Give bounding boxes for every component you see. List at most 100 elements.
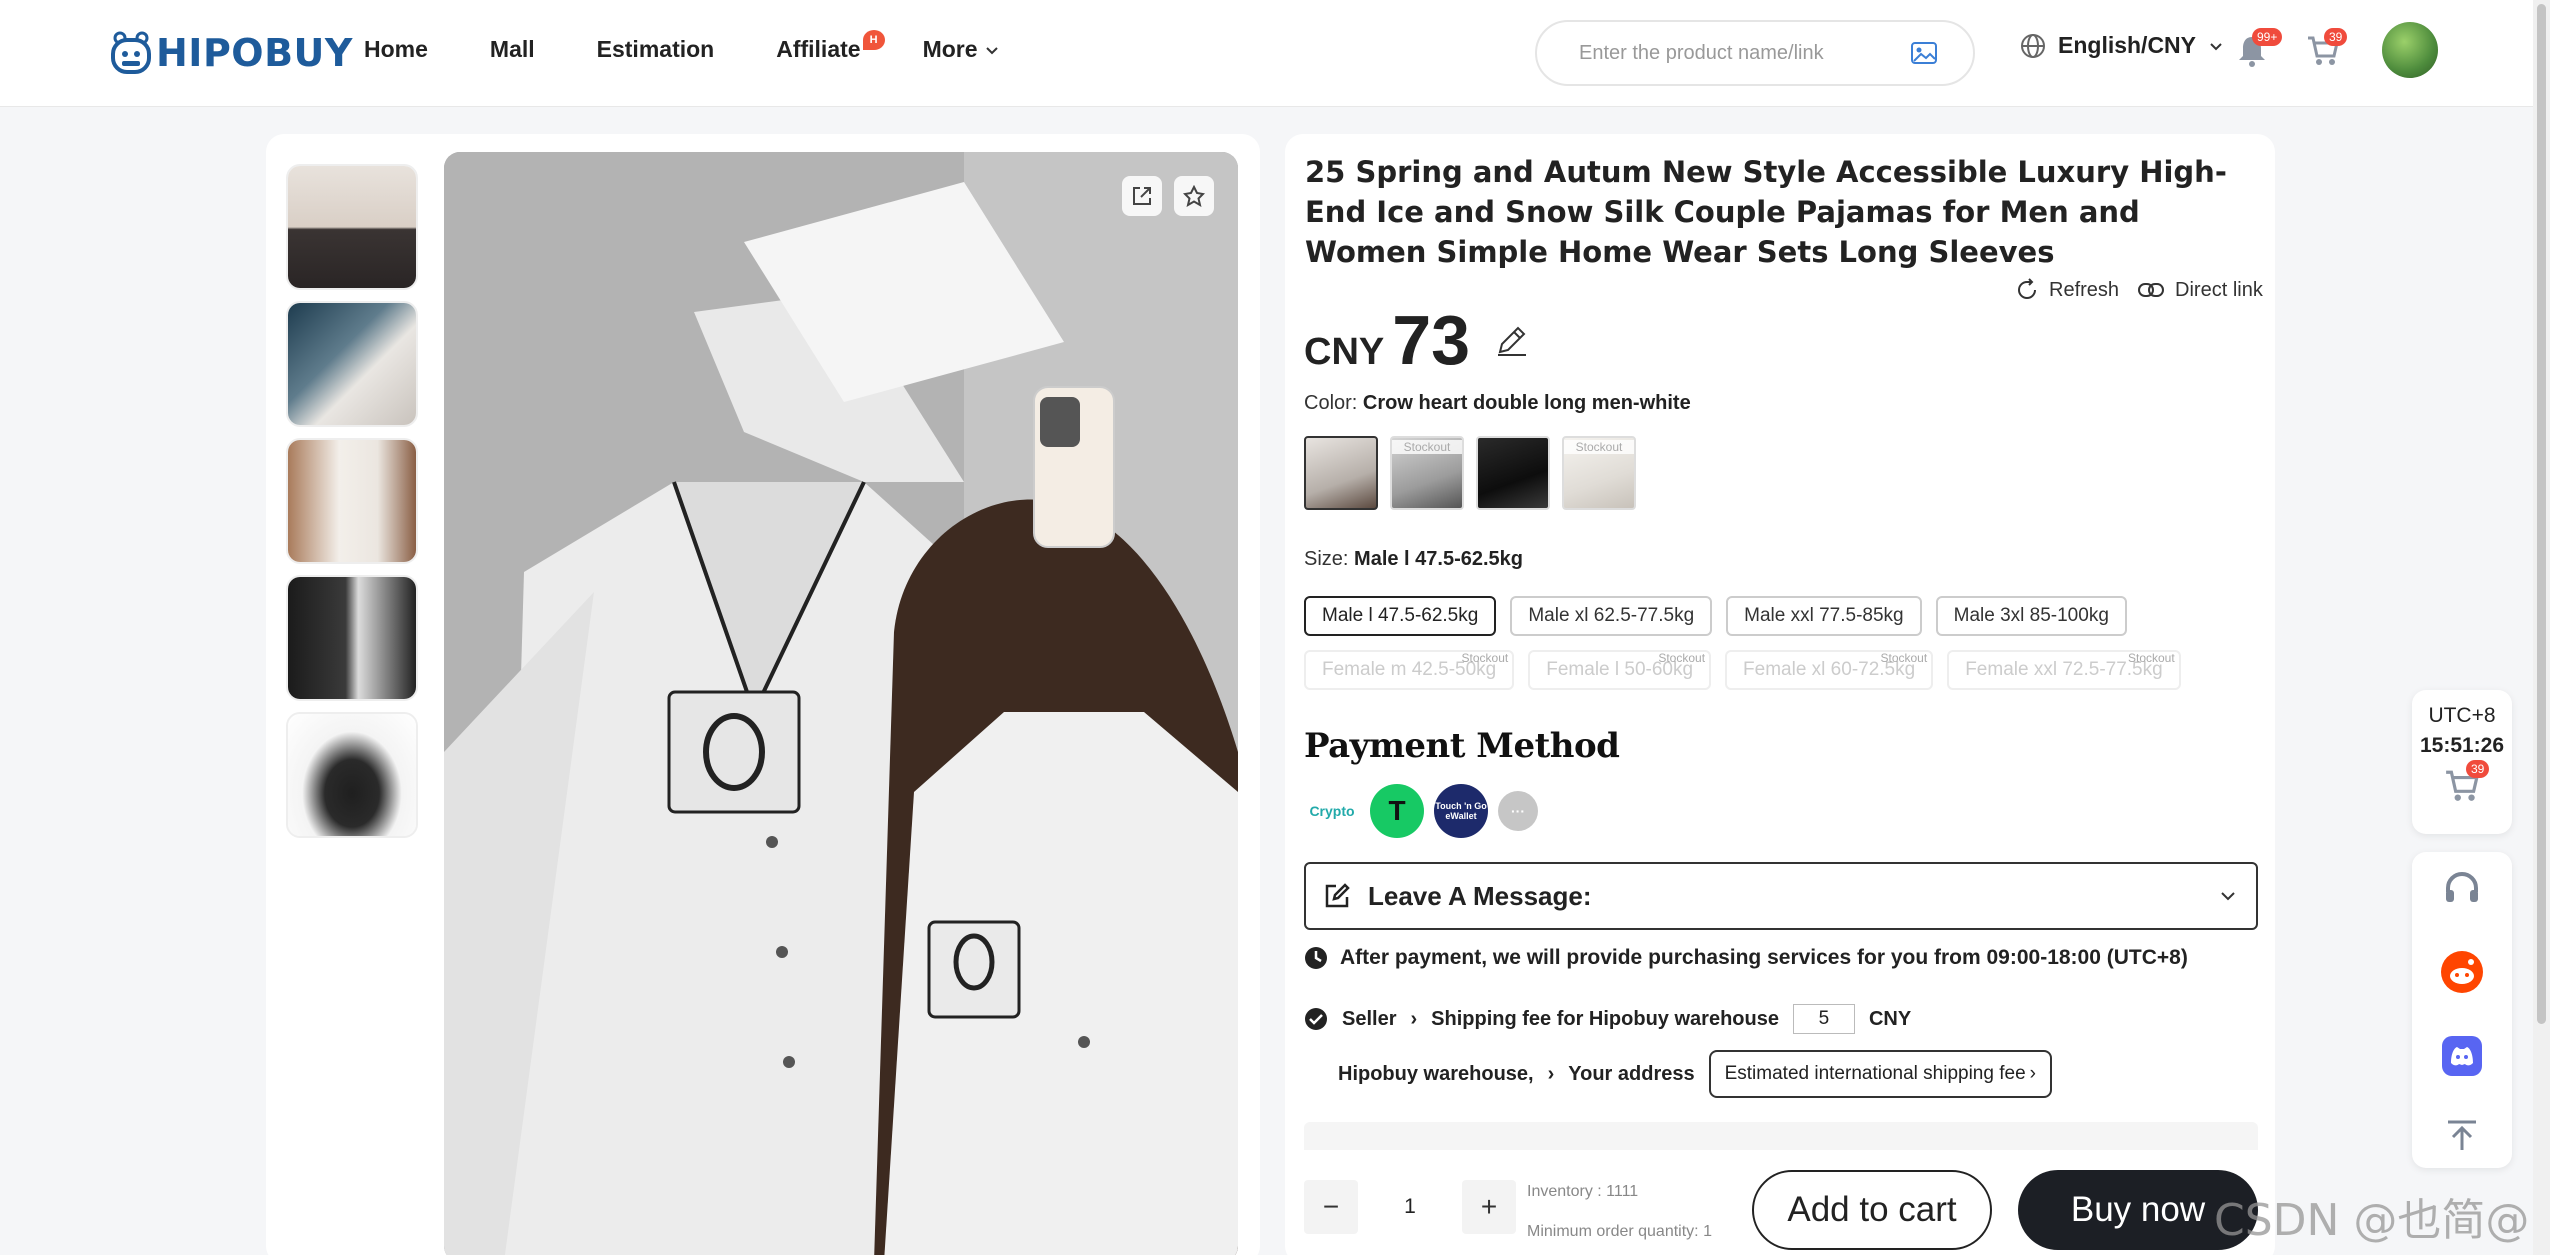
size-option-label: Male xxl 77.5-85kg	[1744, 605, 1904, 626]
nav-mall[interactable]: Mall	[490, 36, 535, 63]
color-option-label: Color: Crow heart double long men-white	[1304, 392, 1691, 415]
check-circle-icon	[1305, 1008, 1327, 1030]
cart-badge: 39	[2324, 28, 2348, 46]
price-display: CNY 73	[1304, 300, 1470, 380]
reddit-icon[interactable]	[2440, 950, 2484, 994]
stockout-tag: Stockout	[2128, 651, 2175, 665]
estimate-shipping-label: Estimated international shipping fee	[1724, 1063, 2026, 1084]
t-pay-icon[interactable]: T	[1370, 784, 1424, 838]
shipping-flow-step2: Hipobuy warehouse, › Your address Estima…	[1338, 1050, 2052, 1098]
your-address-label[interactable]: Your address	[1568, 1063, 1694, 1086]
search-input[interactable]	[1579, 41, 1899, 65]
shipping-fee-input[interactable]: 5	[1792, 1004, 1855, 1034]
touch-n-go-icon[interactable]: Touch 'n Go eWallet	[1434, 784, 1488, 838]
cart-button[interactable]: 39	[2306, 28, 2348, 73]
nav-more-label: More	[922, 36, 978, 62]
thumbnail-5[interactable]	[286, 712, 418, 838]
color-swatch-3[interactable]	[1476, 436, 1550, 510]
increase-quantity-button[interactable]: +	[1462, 1180, 1516, 1234]
nav-mall-label: Mall	[489, 36, 535, 62]
quantity-stepper: − 1 +	[1304, 1180, 1516, 1234]
scrollbar-thumb[interactable]	[2537, 4, 2546, 1024]
discord-icon[interactable]	[2440, 1034, 2484, 1078]
brand-logo[interactable]: HIPOBUY	[110, 30, 353, 76]
color-label: Color:	[1304, 392, 1358, 414]
product-main-image[interactable]	[444, 152, 1238, 1255]
size-option[interactable]: Male xxl 77.5-85kg	[1726, 596, 1922, 636]
direct-link[interactable]: Direct link	[2137, 278, 2263, 302]
support-widget	[2412, 852, 2512, 1168]
language-selector[interactable]: English/CNY	[2020, 32, 2224, 59]
size-option-label: Male 3xl 85-100kg	[1953, 605, 2109, 626]
timezone-label: UTC+8	[2428, 704, 2496, 727]
size-options: Male l 47.5-62.5kg Male xl 62.5-77.5kg M…	[1304, 596, 2254, 690]
thumbnail-4[interactable]	[286, 575, 418, 701]
main-nav: Home Mall Estimation Affiliate H More	[364, 30, 1062, 63]
clock-icon	[1305, 947, 1327, 969]
chevron-down-icon	[985, 46, 998, 54]
color-swatch-4[interactable]: Stockout	[1562, 436, 1636, 510]
favorite-button[interactable]	[1174, 176, 1214, 216]
size-option-stockout[interactable]: Female xxl 72.5-77.5kg Stockout	[1947, 650, 2181, 690]
nav-home[interactable]: Home	[364, 36, 428, 63]
floating-cart-button[interactable]: 39	[2442, 760, 2490, 809]
shipping-fee-currency: CNY	[1868, 1007, 1912, 1030]
size-option[interactable]: Male l 47.5-62.5kg	[1304, 596, 1497, 636]
thumbnail-2[interactable]	[286, 301, 418, 427]
shipping-flow-step1: Seller › Shipping fee for Hipobuy wareho…	[1304, 1004, 1911, 1034]
headset-icon[interactable]	[2442, 868, 2482, 908]
time-widget: UTC+8 15:51:26 39	[2412, 690, 2512, 834]
notification-badge: 99+	[2252, 28, 2283, 46]
leave-message-dropdown[interactable]: Leave A Message:	[1304, 862, 2258, 930]
size-option-label: Male l 47.5-62.5kg	[1322, 605, 1479, 626]
nav-estimation[interactable]: Estimation	[597, 36, 715, 63]
notifications-button[interactable]: 99+	[2236, 28, 2283, 73]
color-swatch-2[interactable]: Stockout	[1390, 436, 1464, 510]
user-avatar[interactable]	[2382, 22, 2438, 78]
crypto-pay-icon[interactable]: Crypto	[1304, 784, 1360, 838]
product-title: 25 Spring and Autum New Style Accessible…	[1305, 155, 2227, 269]
refresh-label: Refresh	[2049, 278, 2120, 301]
color-swatch-1[interactable]	[1304, 436, 1378, 510]
nav-more[interactable]: More	[923, 36, 1000, 63]
estimate-shipping-button[interactable]: Estimated international shipping fee ›	[1708, 1050, 2052, 1098]
star-icon	[1183, 185, 1205, 207]
image-search-icon[interactable]	[1911, 42, 1937, 64]
size-option-stockout[interactable]: Female xl 60-72.5kg Stockout	[1725, 650, 1934, 690]
size-option-stockout[interactable]: Female l 50-60kg Stockout	[1528, 650, 1712, 690]
open-external-button[interactable]	[1122, 176, 1162, 216]
edit-price-icon[interactable]	[1494, 322, 1530, 358]
add-to-cart-button[interactable]: Add to cart	[1752, 1170, 1992, 1250]
size-option-stockout[interactable]: Female m 42.5-50kg Stockout	[1304, 650, 1515, 690]
back-to-top-icon[interactable]	[2444, 1118, 2480, 1154]
stockout-tag: Stockout	[1461, 651, 1509, 665]
thumbnail-1[interactable]	[286, 164, 418, 290]
price-value: 73	[1392, 301, 1471, 379]
top-header: HIPOBUY Home Mall Estimation Affiliate H…	[0, 0, 2550, 107]
chevron-right-icon: ›	[2029, 1063, 2036, 1084]
stockout-tag: Stockout	[1564, 440, 1634, 454]
warehouse-label: Hipobuy warehouse,	[1338, 1062, 1534, 1085]
decrease-quantity-button[interactable]: −	[1304, 1180, 1358, 1234]
thumbnail-3[interactable]	[286, 438, 418, 564]
size-option[interactable]: Male 3xl 85-100kg	[1935, 596, 2127, 636]
page-scrollbar[interactable]	[2533, 0, 2550, 1255]
payment-method-title: Payment Method	[1304, 726, 1620, 766]
t-pay-label: T	[1388, 795, 1406, 826]
current-time: 15:51:26	[2419, 734, 2505, 757]
quantity-value[interactable]: 1	[1358, 1195, 1462, 1219]
inventory-count: Inventory : 1111	[1527, 1183, 1639, 1200]
external-link-icon	[1133, 187, 1151, 205]
size-option[interactable]: Male xl 62.5-77.5kg	[1510, 596, 1713, 636]
nav-affiliate[interactable]: Affiliate H	[776, 30, 885, 63]
size-option-label: Male xl 62.5-77.5kg	[1528, 605, 1695, 626]
more-payments-icon[interactable]: ···	[1498, 791, 1538, 831]
refresh-link[interactable]: Refresh	[2015, 278, 2119, 302]
seller-label[interactable]: Seller	[1342, 1008, 1396, 1031]
chevron-down-icon	[2221, 892, 2235, 901]
color-value: Crow heart double long men-white	[1362, 392, 1691, 414]
touch-n-go-label: Touch 'n Go eWallet	[1435, 801, 1487, 821]
direct-link-label: Direct link	[2175, 278, 2263, 301]
chevron-right-icon: ›	[1410, 1007, 1418, 1030]
size-option-label: Size: Male l 47.5-62.5kg	[1304, 548, 1523, 571]
